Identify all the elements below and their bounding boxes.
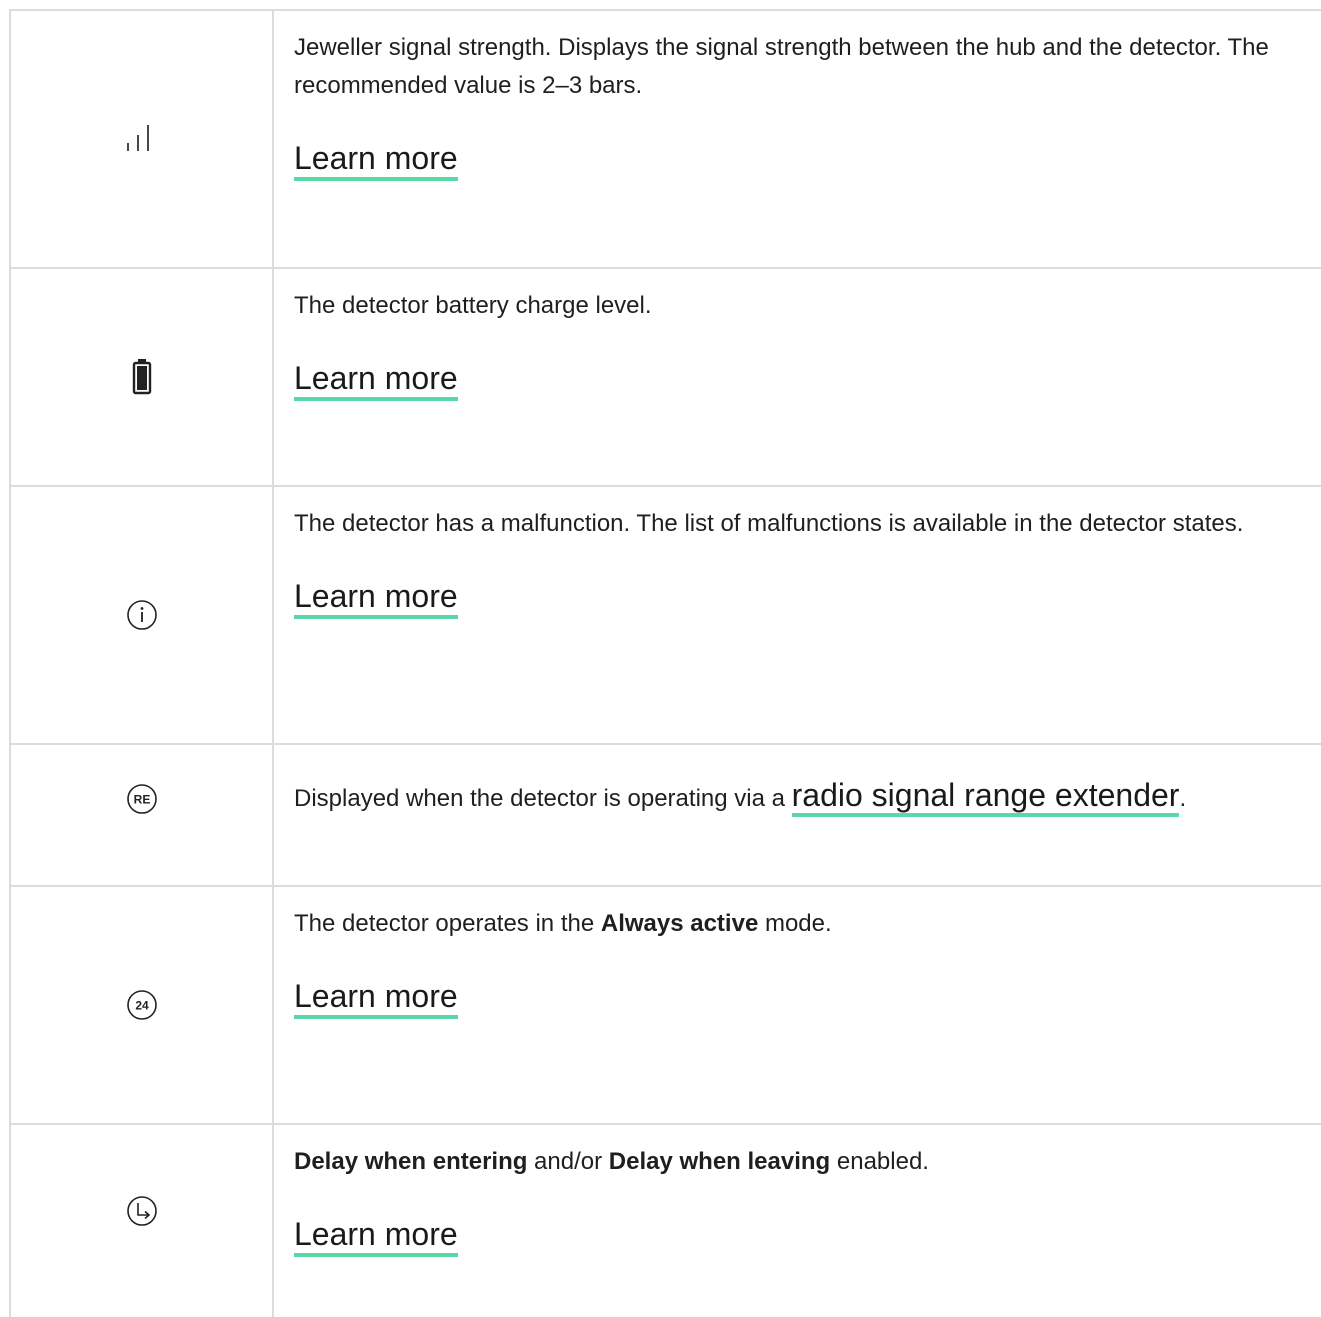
re-icon-label: RE xyxy=(133,793,150,807)
row-description: The detector battery charge level. xyxy=(294,292,652,319)
row-description-text: Displayed when the detector is operating… xyxy=(294,785,792,812)
delay-leaving-label: Delay when leaving xyxy=(608,1148,831,1175)
table-row: The detector has a malfunction. The list… xyxy=(11,487,1321,745)
always-active-mode-label: Always active xyxy=(600,910,759,937)
table-row: The detector battery charge level. Learn… xyxy=(11,269,1321,487)
delay-clock-icon xyxy=(122,1191,162,1231)
icon-cell xyxy=(11,1125,274,1317)
info-icon xyxy=(122,595,162,635)
row-description: Delay when entering and/or Delay when le… xyxy=(294,1143,1321,1181)
signal-bars-icon xyxy=(122,119,162,159)
radio-signal-range-extender-link[interactable]: radio signal range extender xyxy=(791,777,1180,817)
icon-cell xyxy=(11,269,274,485)
icon-cell: 24 xyxy=(11,887,274,1123)
description-cell: Delay when entering and/or Delay when le… xyxy=(274,1125,1321,1317)
row-description-end: enabled. xyxy=(830,1148,929,1175)
description-cell: The detector operates in the Always acti… xyxy=(274,887,1321,1123)
icons-table: Jeweller signal strength. Displays the s… xyxy=(9,9,1321,1317)
row-description: Displayed when the detector is operating… xyxy=(294,771,1321,823)
table-row: Jeweller signal strength. Displays the s… xyxy=(11,11,1321,269)
learn-more-link[interactable]: Learn more xyxy=(294,577,458,619)
always-active-24-icon: 24 xyxy=(122,985,162,1025)
description-cell: The detector has a malfunction. The list… xyxy=(274,487,1321,743)
learn-more-link[interactable]: Learn more xyxy=(294,977,458,1019)
description-cell: The detector battery charge level. Learn… xyxy=(274,269,1321,485)
table-row: RE Displayed when the detector is operat… xyxy=(11,745,1321,887)
learn-more-link[interactable]: Learn more xyxy=(294,359,458,401)
battery-icon xyxy=(122,357,162,397)
description-cell: Displayed when the detector is operating… xyxy=(274,745,1321,885)
learn-more-link[interactable]: Learn more xyxy=(294,139,458,181)
re-icon: RE xyxy=(122,779,162,819)
delay-entering-label: Delay when entering xyxy=(294,1148,528,1175)
description-cell: Jeweller signal strength. Displays the s… xyxy=(274,11,1321,267)
always-active-icon-label: 24 xyxy=(135,999,149,1013)
row-description-end: . xyxy=(1179,785,1187,812)
row-description: The detector has a malfunction. The list… xyxy=(294,510,1244,537)
row-description: Jeweller signal strength. Displays the s… xyxy=(294,34,1269,99)
row-description-end: mode. xyxy=(758,910,832,937)
table-row: 24 The detector operates in the Always a… xyxy=(11,887,1321,1125)
learn-more-link[interactable]: Learn more xyxy=(294,1215,458,1257)
row-description: The detector operates in the Always acti… xyxy=(294,905,1321,943)
icon-cell xyxy=(11,11,274,267)
icon-cell xyxy=(11,487,274,743)
icon-cell: RE xyxy=(11,745,274,885)
row-description-text: The detector operates in the xyxy=(294,910,601,937)
row-description-middle: and/or xyxy=(527,1148,609,1175)
table-row: Delay when entering and/or Delay when le… xyxy=(11,1125,1321,1317)
